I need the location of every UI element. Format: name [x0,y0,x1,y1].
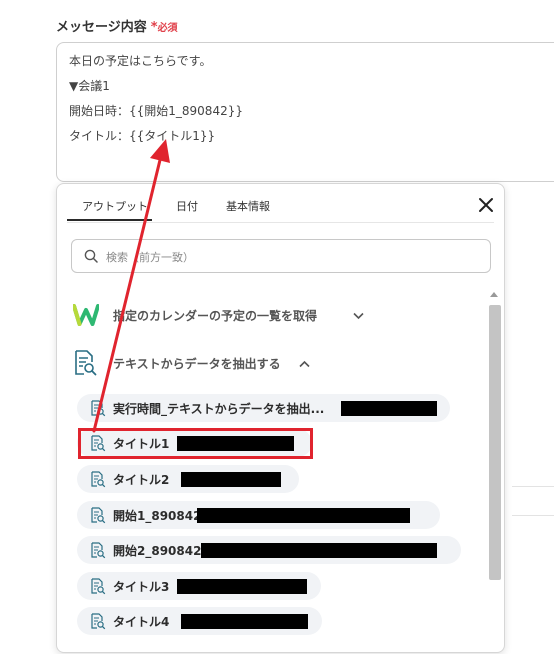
output-item[interactable]: タイトル2 [77,465,299,493]
redacted-value [177,579,307,594]
message-line-3: 開始日時：{{開始1_890842}} [69,104,243,118]
message-line-4: タイトル：{{タイトル1}} [69,129,216,143]
scrollbar-thumb[interactable] [489,305,501,580]
redacted-value [197,508,410,523]
tab-bar: アウトプット 日付 基本情報 [57,184,504,224]
message-textarea[interactable]: 本日の予定はこちらです。 ▼会議1 開始日時：{{開始1_890842}} タイ… [56,42,554,182]
document-search-icon [75,350,97,376]
output-item[interactable]: 開始1_890842 [77,501,440,529]
item-name: タイトル3 [113,580,170,594]
output-item[interactable]: タイトル4 [77,607,322,635]
redacted-value [181,472,281,487]
document-search-icon [91,471,106,488]
document-search-icon [91,542,106,559]
search-box [71,239,491,273]
group-extract-text[interactable]: テキストからデータを抽出する [71,350,321,376]
background-divider [512,515,554,516]
active-tab-indicator [67,219,152,221]
message-field-label: メッセージ内容 *必須 [56,16,178,35]
item-name: タイトル4 [113,615,170,629]
item-name: 開始1_890842 [113,509,202,523]
output-item[interactable]: タイトル3 [77,572,321,600]
document-search-icon [91,507,106,524]
group-name: 指定のカレンダーの予定の一覧を取得 [113,309,318,323]
required-badge: 必須 [157,23,178,34]
output-picker-panel: アウトプット 日付 基本情報 指定のカレンダーの予定の一覧を取得 [56,183,505,653]
w-logo-icon [73,304,99,326]
item-name: タイトル2 [113,473,170,487]
tab-output[interactable]: アウトプット [82,198,148,214]
redacted-value [201,543,437,558]
tab-basic-info[interactable]: 基本情報 [226,198,270,214]
document-search-icon [91,613,106,630]
scrollbar[interactable] [487,290,501,654]
group-calendar-events[interactable]: 指定のカレンダーの予定の一覧を取得 [71,302,371,328]
document-search-icon [91,400,106,417]
required-star: * [150,20,158,35]
redacted-value [181,614,308,629]
output-item[interactable]: 開始2_890842 [77,536,461,564]
document-search-icon [91,578,106,595]
background-divider [512,486,554,487]
scroll-up-arrow-icon[interactable] [490,292,498,297]
message-line-2: ▼会議1 [69,79,110,93]
chevron-down-icon [353,312,364,320]
item-name: 開始2_890842 [113,544,202,558]
search-input[interactable] [104,247,478,267]
tabs-divider [67,222,494,223]
close-icon [479,198,493,212]
search-icon [84,249,98,263]
message-label-text: メッセージ内容 [56,20,147,35]
item-name: 実行時間_テキストからデータを抽出... [113,402,325,416]
message-line-1: 本日の予定はこちらです。 [69,54,212,68]
chevron-up-icon [299,360,310,368]
group-name: テキストからデータを抽出する [113,357,281,371]
output-item[interactable]: 実行時間_テキストからデータを抽出... [77,394,450,422]
highlight-box [78,428,313,459]
redacted-value [341,401,437,416]
tab-date[interactable]: 日付 [176,198,198,214]
close-button[interactable] [475,194,497,216]
